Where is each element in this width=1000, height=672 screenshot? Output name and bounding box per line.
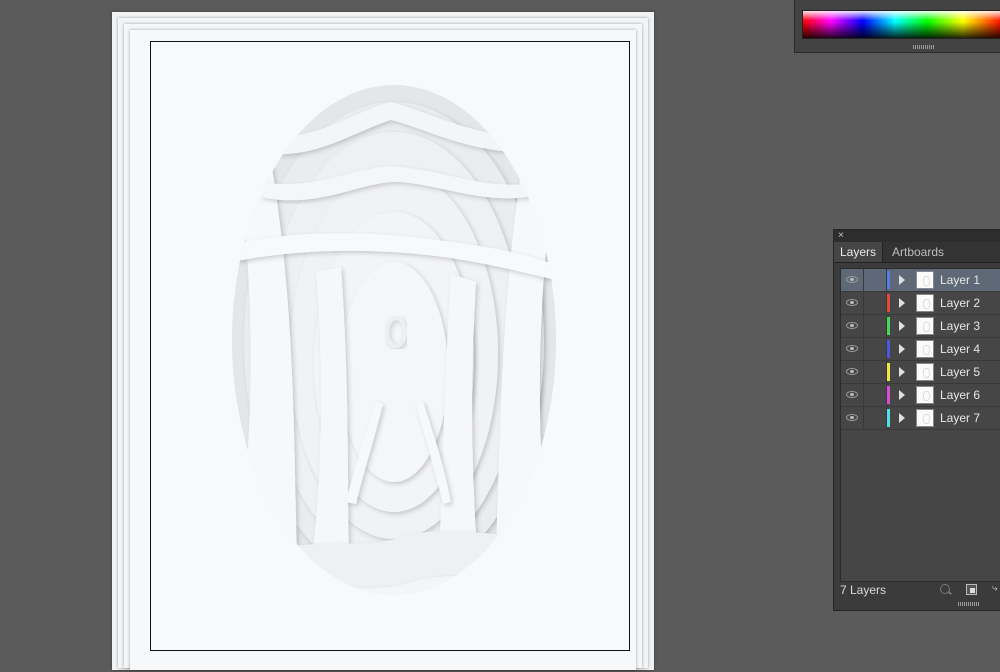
- close-icon[interactable]: ×: [838, 230, 848, 242]
- layer-row[interactable]: Layer 5: [841, 361, 1000, 384]
- visibility-toggle[interactable]: [841, 361, 864, 383]
- layer-color-strip: [887, 294, 890, 312]
- visibility-toggle[interactable]: [841, 292, 864, 314]
- lock-toggle[interactable]: [864, 315, 887, 337]
- lock-toggle[interactable]: [864, 338, 887, 360]
- tab-artboards[interactable]: Artboards: [886, 242, 950, 262]
- visibility-toggle[interactable]: [841, 384, 864, 406]
- layer-row[interactable]: Layer 2: [841, 292, 1000, 315]
- panel-resize-grip[interactable]: [958, 602, 980, 606]
- lock-toggle[interactable]: [864, 384, 887, 406]
- layer-thumbnail: [916, 294, 934, 312]
- eye-icon: [846, 299, 858, 306]
- expand-triangle-icon[interactable]: [899, 321, 905, 331]
- layer-color-strip: [887, 386, 890, 404]
- layer-thumbnail: [916, 340, 934, 358]
- layer-color-strip: [887, 409, 890, 427]
- layer-thumbnail: [916, 317, 934, 335]
- color-panel: [794, 0, 1000, 53]
- panel-resize-grip[interactable]: [913, 45, 935, 49]
- eye-icon: [846, 391, 858, 398]
- layer-name: Layer 6: [940, 388, 981, 402]
- layer-row[interactable]: Layer 7: [841, 407, 1000, 430]
- tab-layers[interactable]: Layers: [834, 242, 884, 262]
- layer-thumbnail: [916, 271, 934, 289]
- panel-title-bar[interactable]: ×: [834, 230, 1000, 242]
- layer-name: Layer 5: [940, 365, 981, 379]
- layer-thumbnail: [916, 409, 934, 427]
- layer-name: Layer 2: [940, 296, 981, 310]
- expand-triangle-icon[interactable]: [899, 367, 905, 377]
- layer-color-strip: [887, 271, 890, 289]
- layer-thumbnail: [916, 386, 934, 404]
- paper-cut-forest-artwork[interactable]: [151, 42, 629, 650]
- layer-row[interactable]: Layer 6: [841, 384, 1000, 407]
- lock-toggle[interactable]: [864, 407, 887, 429]
- layer-color-strip: [887, 340, 890, 358]
- eye-icon: [846, 345, 858, 352]
- expand-triangle-icon[interactable]: [899, 298, 905, 308]
- layer-color-strip: [887, 317, 890, 335]
- layer-name: Layer 1: [940, 273, 981, 287]
- eye-icon: [846, 368, 858, 375]
- layer-color-strip: [887, 363, 890, 381]
- clipping-mask-icon[interactable]: [966, 584, 977, 595]
- layer-list[interactable]: Layer 1 Layer 2 Layer 3 Layer 4 Layer 5 Layer…: [840, 268, 1000, 582]
- layer-thumbnail: [916, 363, 934, 381]
- expand-triangle-icon[interactable]: [899, 275, 905, 285]
- panel-footer: 7 Layers ⤷: [834, 580, 1000, 600]
- new-sublayer-icon[interactable]: ⤷: [992, 584, 1000, 594]
- layer-name: Layer 7: [940, 411, 981, 425]
- expand-triangle-icon[interactable]: [899, 390, 905, 400]
- lock-toggle[interactable]: [864, 269, 887, 291]
- expand-triangle-icon[interactable]: [899, 413, 905, 423]
- expand-triangle-icon[interactable]: [899, 344, 905, 354]
- layer-name: Layer 4: [940, 342, 981, 356]
- color-spectrum-picker[interactable]: [802, 10, 1000, 39]
- lock-toggle[interactable]: [864, 361, 887, 383]
- visibility-toggle[interactable]: [841, 269, 864, 291]
- layer-row[interactable]: Layer 4: [841, 338, 1000, 361]
- layers-panel: × Layers Artboards Layer 1 Layer 2 Layer 3…: [833, 229, 1000, 611]
- panel-tabs: Layers Artboards: [834, 242, 1000, 263]
- layer-name: Layer 3: [940, 319, 981, 333]
- locate-object-icon[interactable]: [940, 584, 950, 594]
- artboard[interactable]: [150, 41, 630, 651]
- layer-row[interactable]: Layer 3: [841, 315, 1000, 338]
- layer-count: 7 Layers: [840, 583, 887, 597]
- visibility-toggle[interactable]: [841, 338, 864, 360]
- layer-row[interactable]: Layer 1: [841, 269, 1000, 292]
- visibility-toggle[interactable]: [841, 407, 864, 429]
- eye-icon: [846, 276, 858, 283]
- eye-icon: [846, 414, 858, 421]
- visibility-toggle[interactable]: [841, 315, 864, 337]
- lock-toggle[interactable]: [864, 292, 887, 314]
- eye-icon: [846, 322, 858, 329]
